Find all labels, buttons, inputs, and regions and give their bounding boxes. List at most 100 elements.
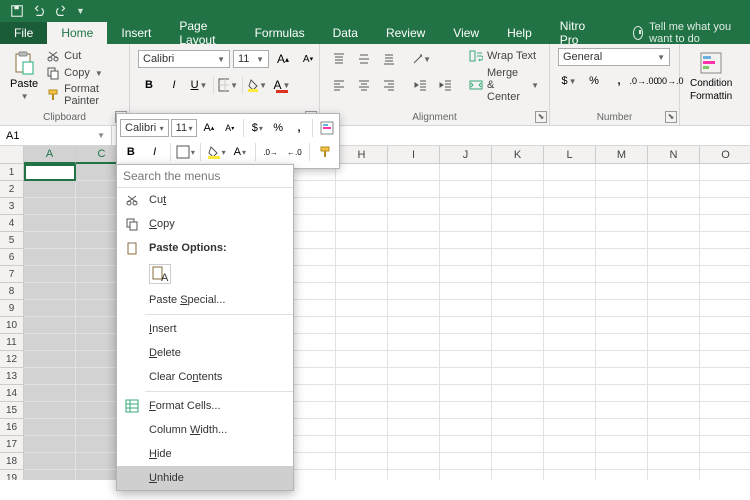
- cell[interactable]: [700, 232, 750, 249]
- row-header-8[interactable]: 8: [0, 283, 24, 300]
- conditional-formatting-button[interactable]: Condition Formattin: [688, 48, 734, 104]
- cell[interactable]: [336, 368, 388, 385]
- ctx-paste-special[interactable]: Paste Special...: [117, 288, 293, 312]
- mini-borders-icon[interactable]: ▾: [174, 141, 196, 163]
- cell[interactable]: [700, 385, 750, 402]
- tab-nitro[interactable]: Nitro Pro: [546, 22, 607, 44]
- decrease-indent-icon[interactable]: [410, 74, 432, 96]
- increase-decimal-icon[interactable]: .0→.00: [633, 70, 655, 92]
- cell[interactable]: [648, 436, 700, 453]
- cell[interactable]: [388, 300, 440, 317]
- cell[interactable]: [596, 470, 648, 480]
- row-header-1[interactable]: 1: [0, 164, 24, 181]
- cell[interactable]: [388, 266, 440, 283]
- merge-center-button[interactable]: Merge & Center▼: [467, 66, 541, 104]
- ctx-format-cells[interactable]: Format Cells...: [117, 394, 293, 418]
- cell[interactable]: [388, 436, 440, 453]
- cell[interactable]: [336, 249, 388, 266]
- mini-increase-font-icon[interactable]: A▴: [199, 117, 218, 139]
- tab-review[interactable]: Review: [372, 22, 439, 44]
- ctx-paste-default[interactable]: A: [117, 260, 293, 288]
- cell[interactable]: [596, 402, 648, 419]
- cell[interactable]: [388, 181, 440, 198]
- cell[interactable]: [544, 164, 596, 181]
- cell[interactable]: [440, 419, 492, 436]
- cell[interactable]: [24, 436, 76, 453]
- cell[interactable]: [648, 317, 700, 334]
- redo-icon[interactable]: [54, 4, 68, 18]
- cell[interactable]: [440, 402, 492, 419]
- cell[interactable]: [544, 419, 596, 436]
- cell[interactable]: [700, 164, 750, 181]
- cell[interactable]: [700, 266, 750, 283]
- cell[interactable]: [440, 351, 492, 368]
- cell[interactable]: [336, 470, 388, 480]
- mini-fill-color-icon[interactable]: ▾: [205, 141, 227, 163]
- cell[interactable]: [24, 453, 76, 470]
- cell[interactable]: [544, 198, 596, 215]
- cell[interactable]: [544, 402, 596, 419]
- cell[interactable]: [596, 283, 648, 300]
- cell[interactable]: [700, 317, 750, 334]
- row-header-9[interactable]: 9: [0, 300, 24, 317]
- col-header-J[interactable]: J: [440, 146, 492, 164]
- align-center-icon[interactable]: [353, 74, 375, 96]
- row-header-4[interactable]: 4: [0, 215, 24, 232]
- cell[interactable]: [492, 453, 544, 470]
- worksheet-grid[interactable]: ACDEFGHIJKLMNO 1234567891011121314151617…: [0, 146, 750, 480]
- mini-accounting-icon[interactable]: $▾: [248, 117, 267, 139]
- cell[interactable]: [544, 436, 596, 453]
- wrap-text-button[interactable]: Wrap Text: [467, 48, 541, 64]
- cell[interactable]: [596, 436, 648, 453]
- cell[interactable]: [492, 164, 544, 181]
- cell[interactable]: [440, 283, 492, 300]
- cell[interactable]: [336, 198, 388, 215]
- cell[interactable]: [336, 351, 388, 368]
- cell[interactable]: [388, 249, 440, 266]
- cell[interactable]: [492, 249, 544, 266]
- cell[interactable]: [336, 300, 388, 317]
- tab-formulas[interactable]: Formulas: [241, 22, 319, 44]
- cell[interactable]: [544, 317, 596, 334]
- cell[interactable]: [596, 419, 648, 436]
- ctx-cut[interactable]: Cut: [117, 188, 293, 212]
- cell[interactable]: [596, 300, 648, 317]
- cell[interactable]: [596, 215, 648, 232]
- decrease-font-icon[interactable]: A▾: [297, 48, 319, 70]
- cell[interactable]: [700, 249, 750, 266]
- cell[interactable]: [648, 198, 700, 215]
- cell[interactable]: [700, 283, 750, 300]
- row-header-3[interactable]: 3: [0, 198, 24, 215]
- cell[interactable]: [440, 300, 492, 317]
- align-left-icon[interactable]: [328, 74, 350, 96]
- cell[interactable]: [544, 368, 596, 385]
- cell[interactable]: [596, 232, 648, 249]
- cell[interactable]: [24, 232, 76, 249]
- cell[interactable]: [648, 351, 700, 368]
- cell[interactable]: [648, 266, 700, 283]
- cell[interactable]: [544, 215, 596, 232]
- cell[interactable]: [596, 249, 648, 266]
- cell[interactable]: [336, 181, 388, 198]
- mini-font-size[interactable]: 11▾: [171, 119, 198, 137]
- cell[interactable]: [700, 334, 750, 351]
- cell[interactable]: [700, 181, 750, 198]
- row-header-7[interactable]: 7: [0, 266, 24, 283]
- cell[interactable]: [336, 453, 388, 470]
- mini-cond-format-icon[interactable]: [317, 117, 336, 139]
- cell[interactable]: [596, 453, 648, 470]
- cell[interactable]: [700, 470, 750, 480]
- cell[interactable]: [336, 436, 388, 453]
- col-header-H[interactable]: H: [336, 146, 388, 164]
- row-header-18[interactable]: 18: [0, 453, 24, 470]
- cell[interactable]: [596, 181, 648, 198]
- cell[interactable]: [388, 419, 440, 436]
- cell[interactable]: [24, 164, 76, 181]
- cell[interactable]: [388, 453, 440, 470]
- increase-font-icon[interactable]: A▴: [272, 48, 294, 70]
- cell[interactable]: [492, 198, 544, 215]
- row-header-10[interactable]: 10: [0, 317, 24, 334]
- cell[interactable]: [440, 385, 492, 402]
- row-header-16[interactable]: 16: [0, 419, 24, 436]
- cell[interactable]: [700, 215, 750, 232]
